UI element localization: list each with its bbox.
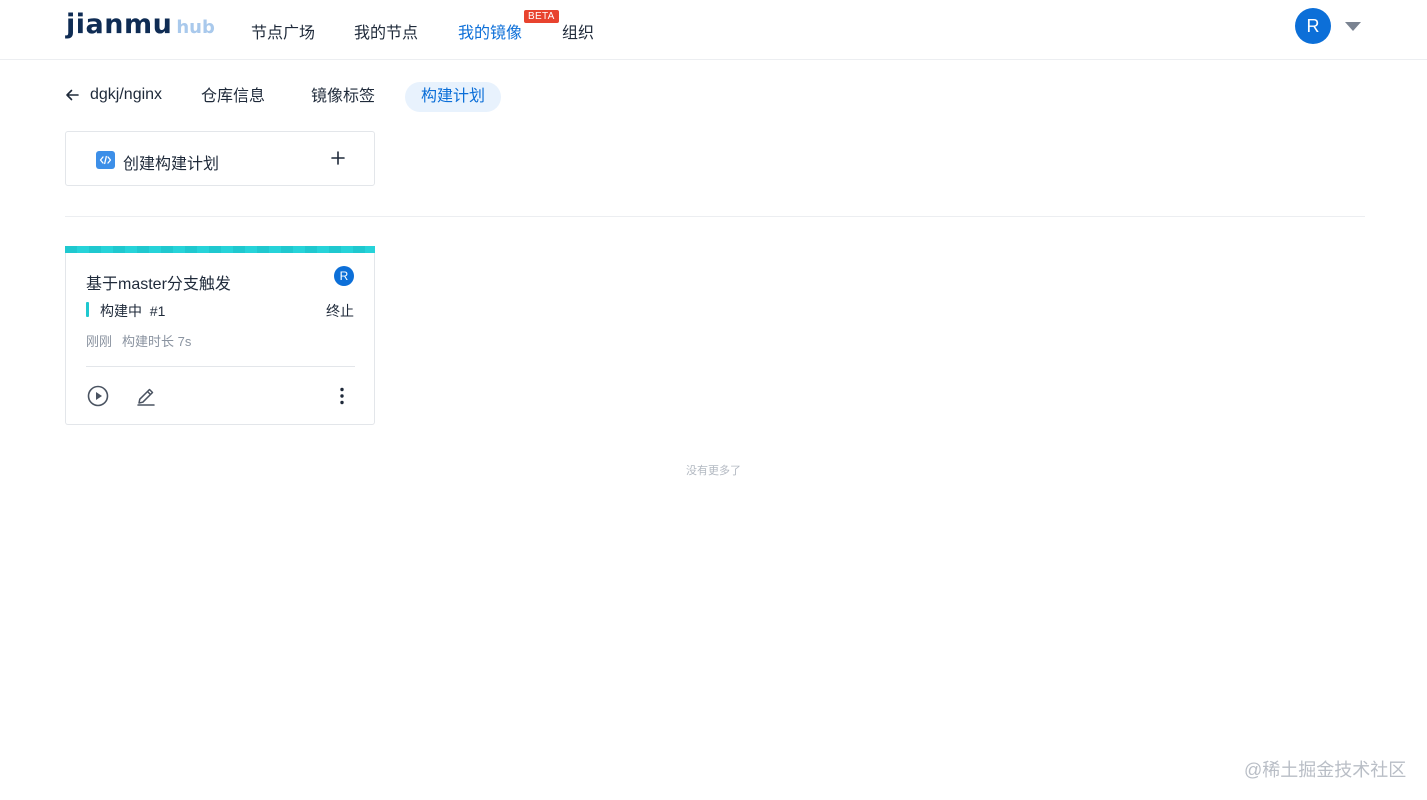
nav-item-my-images[interactable]: 我的镜像 — [458, 19, 522, 43]
top-header: jianmu hub 节点广场 我的节点 我的镜像 BETA 组织 R — [0, 0, 1427, 60]
caret-down-icon[interactable] — [1345, 22, 1361, 31]
build-status-label: 构建中 — [100, 303, 142, 319]
nav-item-node-plaza[interactable]: 节点广场 — [251, 19, 315, 43]
arrow-left-icon — [66, 89, 79, 101]
card-divider — [86, 366, 355, 367]
building-progress-bar — [65, 246, 375, 253]
status-indicator — [86, 302, 89, 317]
tab-image-tags[interactable]: 镜像标签 — [295, 82, 391, 112]
build-plan-card[interactable]: 基于master分支触发 R 构建中 #1 终止 刚刚 构建时长 7s — [65, 246, 375, 425]
user-avatar[interactable]: R — [1295, 8, 1331, 44]
jianmu-hub-logo[interactable]: jianmu hub — [66, 9, 215, 43]
plan-owner-avatar: R — [334, 266, 354, 286]
repo-name: dgkj/nginx — [90, 86, 163, 103]
beta-badge: BETA — [524, 10, 559, 23]
nav-item-organization[interactable]: 组织 — [562, 19, 594, 43]
plan-title[interactable]: 基于master分支触发 — [86, 270, 231, 294]
stop-build-link[interactable]: 终止 — [326, 301, 354, 321]
build-duration: 构建时长 7s — [122, 334, 192, 349]
create-build-plan-button[interactable]: 创建构建计划 — [65, 131, 375, 186]
edit-icon[interactable] — [134, 384, 158, 408]
plus-icon[interactable] — [330, 150, 346, 166]
logo-text: jianmu — [66, 9, 173, 40]
no-more-text: 没有更多了 — [686, 465, 741, 477]
build-meta: 刚刚 构建时长 7s — [86, 331, 191, 350]
build-status: 构建中 #1 — [100, 301, 165, 321]
logo-sub-text: hub — [176, 17, 215, 38]
watermark: @稀土掘金技术社区 — [1244, 760, 1407, 780]
nav-item-my-nodes[interactable]: 我的节点 — [354, 19, 418, 43]
section-divider — [65, 216, 1365, 217]
code-icon — [96, 151, 115, 169]
back-link[interactable]: dgkj/nginx — [64, 86, 162, 104]
tab-repo-info[interactable]: 仓库信息 — [185, 82, 281, 112]
more-icon[interactable] — [330, 384, 354, 408]
play-icon[interactable] — [86, 384, 110, 408]
tab-build-plans[interactable]: 构建计划 — [405, 82, 502, 112]
build-number: #1 — [149, 303, 166, 319]
build-time-ago: 刚刚 — [86, 334, 113, 349]
create-build-plan-label: 创建构建计划 — [123, 156, 220, 173]
